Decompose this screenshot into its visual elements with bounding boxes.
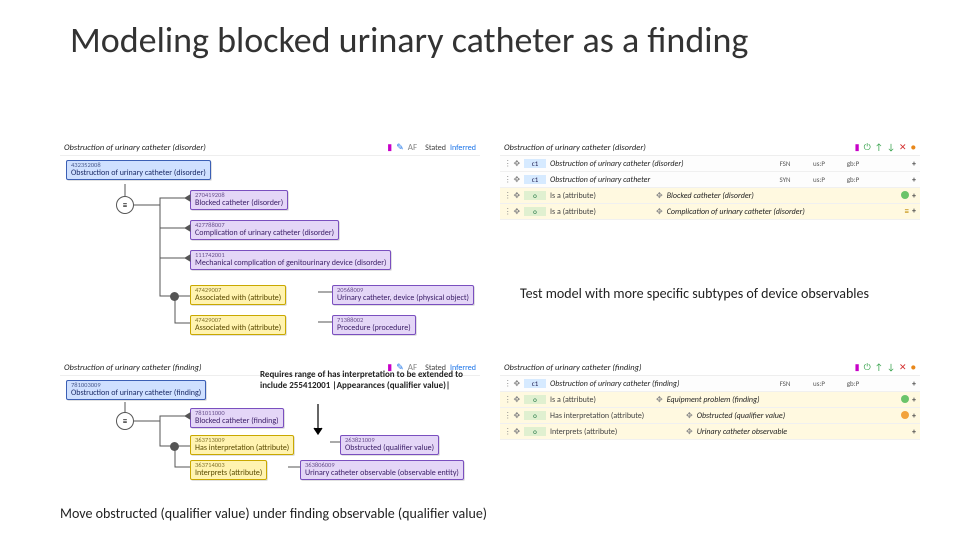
value-box: 20568009 Urinary catheter, device (physi… — [332, 285, 474, 305]
panel-tr-header: Obstruction of urinary catheter (disorde… — [500, 140, 920, 156]
table-row: ⋮ ✥o Is a (attribute) ✥ Blocked catheter… — [500, 188, 920, 204]
attribute-box: 47429007 Associated with (attribute) — [190, 285, 286, 305]
book-icon[interactable]: ▮ — [855, 362, 860, 373]
table-row: ⋮ ✥c1 Obstruction of urinary catheter (f… — [500, 376, 920, 392]
parent-concept: 427788007 Complication of urinary cathet… — [190, 220, 339, 240]
role-group-dot — [170, 292, 179, 301]
page-title: Modeling blocked urinary catheter as a f… — [70, 20, 748, 61]
close-icon[interactable]: ✕ — [899, 142, 907, 153]
root-concept: 781003009 Obstruction of urinary cathete… — [66, 380, 206, 400]
parent-concept: 781011000 Blocked catheter (finding) — [190, 408, 284, 428]
af-label: AF — [408, 142, 417, 153]
dot-icon[interactable]: ● — [911, 142, 916, 153]
table-row: ⋮ ✥c1 Obstruction of urinary catheter (d… — [500, 156, 920, 172]
power-icon[interactable]: ⏻ — [864, 142, 871, 153]
value-box: 363806009 Urinary catheter observable (o… — [300, 460, 464, 480]
arrow-up-icon[interactable]: ↑ — [875, 362, 883, 373]
arrow-down-icon[interactable]: ↓ — [887, 362, 895, 373]
panel-tr-title: Obstruction of urinary catheter (disorde… — [504, 143, 851, 153]
panel-bottom-right: Obstruction of urinary catheter (finding… — [500, 360, 920, 470]
inferred-toggle[interactable]: Inferred — [450, 143, 476, 153]
panel-tl-title: Obstruction of urinary catheter (disorde… — [64, 143, 383, 153]
equivalence-icon: ≡ — [116, 412, 134, 430]
stated-toggle[interactable]: Stated — [425, 143, 446, 153]
book-icon[interactable]: ▮ — [855, 142, 860, 153]
table-row: ⋮ ✥c1 Obstruction of urinary catheter SY… — [500, 172, 920, 188]
panel-top-left: Obstruction of urinary catheter (disorde… — [60, 140, 480, 350]
table-row: ⋮ ✥o Has interpretation (attribute) ✥ Ob… — [500, 408, 920, 424]
small-annotation: Requires range of has interpretation to … — [260, 370, 480, 392]
value-box: 263821009 Obstructed (qualifier value) — [340, 435, 439, 455]
annotation-arrow — [290, 402, 350, 442]
panel-tl-header: Obstruction of urinary catheter (disorde… — [60, 140, 480, 156]
parent-concept: 270419208 Blocked catheter (disorder) — [190, 190, 288, 210]
table-row: ⋮ ✥o Interprets (attribute) ✥ Urinary ca… — [500, 424, 920, 440]
bottom-annotation: Move obstructed (qualifier value) under … — [60, 505, 487, 522]
book-icon[interactable]: ▮ — [387, 142, 392, 153]
panel-top-right: Obstruction of urinary catheter (disorde… — [500, 140, 920, 250]
panel-br-header: Obstruction of urinary catheter (finding… — [500, 360, 920, 376]
panel-br-title: Obstruction of urinary catheter (finding… — [504, 363, 851, 373]
role-group-dot — [170, 442, 179, 451]
parent-concept: 111742001 Mechanical complication of gen… — [190, 250, 391, 270]
attribute-box: 363713009 Has interpretation (attribute) — [190, 435, 294, 455]
close-icon[interactable]: ✕ — [899, 362, 907, 373]
equivalence-icon: ≡ — [116, 196, 134, 214]
attribute-box: 363714003 Interprets (attribute) — [190, 460, 267, 480]
dot-icon[interactable]: ● — [911, 362, 916, 373]
value-box: 71388002 Procedure (procedure) — [332, 315, 416, 335]
root-concept: 432352008 Obstruction of urinary cathete… — [66, 160, 211, 180]
arrow-down-icon[interactable]: ↓ — [887, 142, 895, 153]
attribute-box: 47429007 Associated with (attribute) — [190, 315, 286, 335]
table-row: ⋮ ✥o Is a (attribute) ✥ Complication of … — [500, 204, 920, 220]
arrow-up-icon[interactable]: ↑ — [875, 142, 883, 153]
mid-annotation: Test model with more specific subtypes o… — [520, 285, 880, 302]
power-icon[interactable]: ⏻ — [864, 362, 871, 373]
edit-icon[interactable]: ✎ — [396, 142, 404, 153]
table-row: ⋮ ✥o Is a (attribute) ✥ Equipment proble… — [500, 392, 920, 408]
